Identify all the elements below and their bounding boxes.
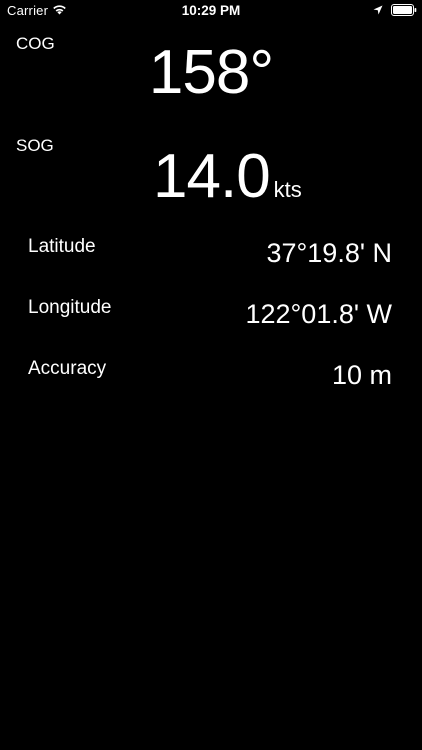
sog-unit: kts xyxy=(273,177,302,202)
latitude-value: 37°19.8' N xyxy=(266,238,392,268)
accuracy-value: 10 m xyxy=(331,360,392,390)
status-bar: Carrier 10:29 PM xyxy=(0,0,422,22)
sog-value: 14.0 xyxy=(153,142,271,211)
latitude-label: Latitude xyxy=(28,236,96,257)
location-arrow-icon xyxy=(373,5,383,15)
cog-value: 158° xyxy=(148,38,274,107)
longitude-label: Longitude xyxy=(28,297,112,318)
status-time: 10:29 PM xyxy=(181,3,241,18)
battery-icon xyxy=(391,4,417,16)
sog-label: SOG xyxy=(16,136,54,155)
accuracy-label: Accuracy xyxy=(28,358,107,379)
sog-readout: 14.0 kts xyxy=(153,142,302,212)
longitude-value: 122°01.8' W xyxy=(245,299,392,329)
